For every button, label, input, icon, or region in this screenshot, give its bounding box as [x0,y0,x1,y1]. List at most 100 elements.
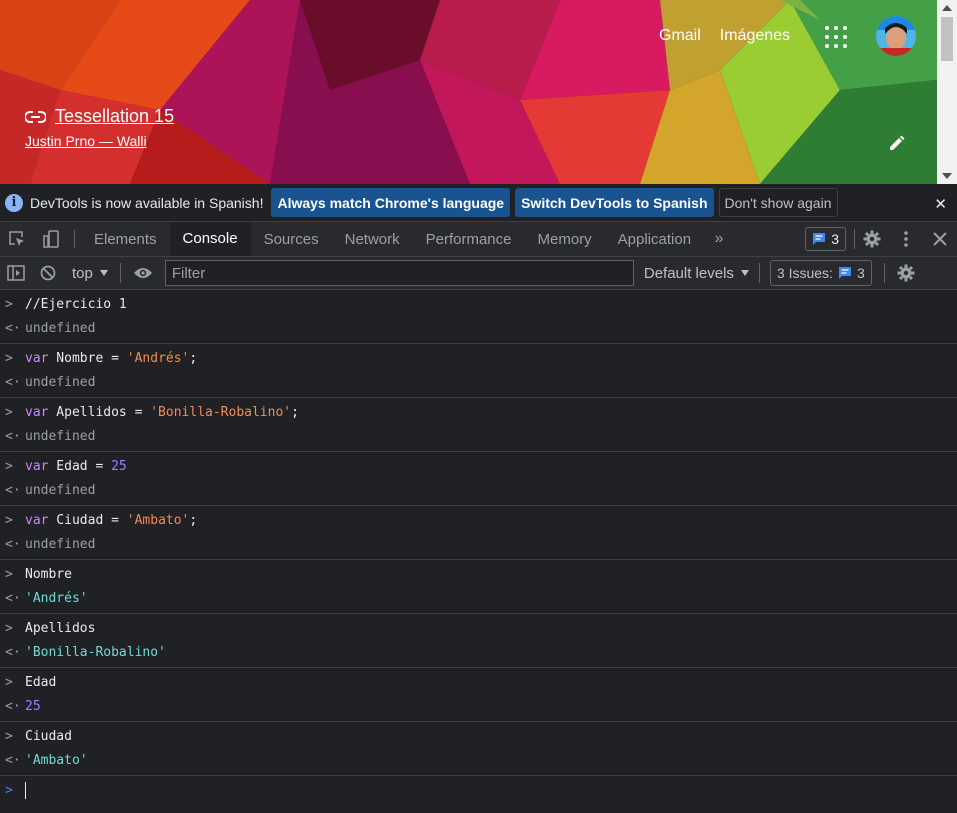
devtools-tabbar: Elements Console Sources Network Perform… [0,222,957,257]
console-result-line[interactable]: <· 'Andrés' [0,586,957,610]
log-levels-value: Default levels [643,264,734,282]
credit-author-link[interactable]: Justin Prno — Walli [25,133,174,149]
console-result-line[interactable]: <· undefined [0,316,957,340]
input-chevron-icon: > [5,674,13,690]
console-result-line[interactable]: <· undefined [0,478,957,502]
console-prompt[interactable]: > [0,776,957,804]
issues-button[interactable]: 3 Issues: 3 [769,260,872,286]
result-arrow-icon: <· [5,482,21,498]
console-input-line[interactable]: > var Ciudad = 'Ambato'; [0,508,957,532]
tab-memory[interactable]: Memory [525,222,605,256]
gmail-link[interactable]: Gmail [659,27,701,45]
code-token: Edad [25,674,57,690]
result-arrow-icon: <· [5,590,21,606]
kebab-menu-icon[interactable] [889,222,923,256]
console-input-line[interactable]: > Ciudad [0,724,957,748]
input-chevron-icon: > [5,350,13,366]
infobar-message: DevTools is now available in Spanish! [30,194,264,211]
account-avatar[interactable] [876,16,916,56]
console-input-line[interactable]: > var Apellidos = 'Bonilla-Robalino'; [0,400,957,424]
log-levels-dropdown[interactable]: Default levels [644,265,749,282]
console-input-line[interactable]: > //Ejercicio 1 [0,292,957,316]
link-icon [25,110,46,123]
tab-elements[interactable]: Elements [81,222,170,256]
code-token: var [25,458,49,474]
console-result-line[interactable]: <· undefined [0,532,957,556]
code-token: 'Bonilla-Robalino' [150,404,292,420]
prompt-chevron-icon: > [5,782,13,798]
console-toolbar: top Default levels 3 Issues: 3 [0,257,957,290]
match-chrome-language-button[interactable]: Always match Chrome's language [271,188,511,217]
google-top-links: Gmail Imágenes [659,27,790,45]
apps-grid-icon[interactable] [825,26,847,48]
result-arrow-icon: <· [5,752,21,768]
code-token: Nombre [25,566,72,582]
issues-count: 3 [856,265,865,281]
issues-counter-button[interactable]: 3 [805,227,846,251]
live-expression-eye-icon[interactable] [127,258,159,288]
credit-title-link[interactable]: Tessellation 15 [55,106,174,127]
result-arrow-icon: <· [5,320,21,336]
console-output[interactable]: >//Ejercicio 1 <· undefined > var Nombre = '… [0,290,957,813]
console-input-line[interactable]: > var Edad = 25 [0,454,957,478]
code-token: ; [189,512,198,528]
scroll-up-arrow[interactable] [942,5,952,11]
context-value: top [72,264,93,282]
clear-console-icon[interactable] [32,258,64,288]
console-entry: > Apellidos <· 'Bonilla-Robalino' [0,614,957,668]
console-input-line[interactable]: > Apellidos [0,616,957,640]
code-token: ; [189,350,198,366]
language-infobar: i DevTools is now available in Spanish! … [0,184,957,222]
code-token: //Ejercicio 1 [25,296,127,312]
inspect-element-icon[interactable] [0,222,34,256]
tab-console[interactable]: Console [169,222,251,256]
console-result-line[interactable]: <· undefined [0,370,957,394]
result-value: undefined [25,482,96,498]
infobar-close-icon[interactable]: ✕ [934,195,947,213]
console-result-line[interactable]: <· 'Bonilla-Robalino' [0,640,957,664]
tab-application[interactable]: Application [605,222,704,256]
console-result-line[interactable]: <· undefined [0,424,957,448]
tab-network[interactable]: Network [332,222,413,256]
settings-gear-icon[interactable] [855,222,889,256]
console-input-line[interactable]: > Nombre [0,562,957,586]
console-entry: > var Edad = 25 <· undefined [0,452,957,506]
result-arrow-icon: <· [5,428,21,444]
input-chevron-icon: > [5,728,13,744]
result-value: 'Andrés' [25,590,88,606]
tab-sources[interactable]: Sources [251,222,332,256]
close-devtools-icon[interactable] [923,222,957,256]
code-token: Apellidos [25,620,96,636]
console-input-line[interactable]: > var Nombre = 'Andrés'; [0,346,957,370]
input-chevron-icon: > [5,296,13,312]
result-value: undefined [25,374,96,390]
console-input-line[interactable]: > Edad [0,670,957,694]
result-value: 'Ambato' [25,752,88,768]
console-entry: > var Ciudad = 'Ambato'; <· undefined [0,506,957,560]
edit-pencil-icon[interactable] [888,134,906,152]
page-scrollbar[interactable] [937,0,957,184]
console-entry: > Nombre <· 'Andrés' [0,560,957,614]
console-result-line[interactable]: <· 25 [0,694,957,718]
scroll-thumb[interactable] [941,17,953,61]
code-token: 'Andrés' [126,350,190,366]
more-tabs-icon[interactable]: » [704,222,734,256]
issues-message-icon [813,233,826,245]
scroll-down-arrow[interactable] [942,173,952,179]
tab-performance[interactable]: Performance [413,222,525,256]
sidebar-toggle-icon[interactable] [0,258,32,288]
console-settings-gear-icon[interactable] [890,258,922,288]
images-link[interactable]: Imágenes [720,27,790,45]
result-arrow-icon: <· [5,644,21,660]
tessellation-background [0,0,937,184]
dont-show-again-button[interactable]: Don't show again [718,188,838,217]
device-toolbar-icon[interactable] [34,222,68,256]
code-token: var [25,512,49,528]
switch-devtools-spanish-button[interactable]: Switch DevTools to Spanish [515,188,714,217]
code-token: 'Ambato' [126,512,190,528]
console-filter-input[interactable] [164,260,634,286]
code-token: Ciudad [25,728,72,744]
console-result-line[interactable]: <· 'Ambato' [0,748,957,772]
context-selector[interactable]: top [64,265,116,282]
chevron-down-icon [740,270,749,276]
